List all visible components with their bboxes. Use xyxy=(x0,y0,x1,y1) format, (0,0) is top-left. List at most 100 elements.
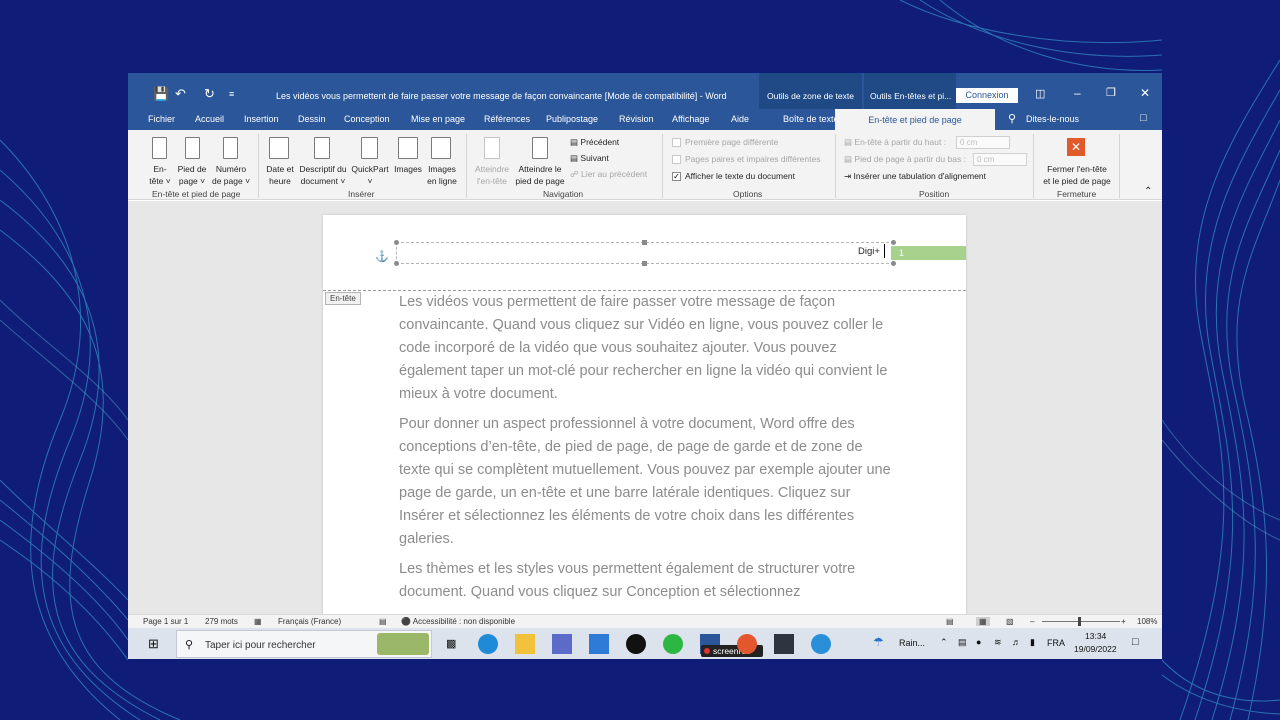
context-group-headerfooter: Outils En-têtes et pi... xyxy=(864,73,956,109)
tiktok-icon[interactable] xyxy=(626,634,646,654)
page-count[interactable]: Page 1 sur 1 xyxy=(143,617,188,626)
zoom-slider[interactable] xyxy=(1042,621,1120,622)
minimize-icon[interactable]: – xyxy=(1074,86,1081,100)
clock-time[interactable]: 13:34 xyxy=(1085,631,1106,641)
resize-handle[interactable] xyxy=(642,261,647,266)
notifications-icon[interactable]: □ xyxy=(1132,636,1139,648)
date-time-button[interactable]: Date et heure xyxy=(262,163,298,187)
insert-tab-button[interactable]: ⇥ Insérer une tabulation d'alignement xyxy=(844,170,986,182)
input-language[interactable]: FRA xyxy=(1047,638,1065,648)
tab-revision[interactable]: Révision xyxy=(619,114,654,124)
clock-date[interactable]: 19/09/2022 xyxy=(1074,644,1117,654)
macro-icon[interactable]: ▤ xyxy=(379,617,387,626)
tab-aide[interactable]: Aide xyxy=(731,114,749,124)
footer-button[interactable]: Pied de page ˅ xyxy=(172,163,212,187)
signin-button[interactable]: Connexion xyxy=(956,88,1018,103)
tab-publipostage[interactable]: Publipostage xyxy=(546,114,598,124)
battery-icon[interactable]: ▮ xyxy=(1030,637,1035,648)
taskbar-search[interactable]: ⚲ Taper ici pour rechercher xyxy=(176,630,432,658)
tab-accueil[interactable]: Accueil xyxy=(195,114,224,124)
windows-start-icon[interactable]: ⊞ xyxy=(148,636,159,652)
zoom-out-icon[interactable]: – xyxy=(1030,617,1034,626)
comments-icon[interactable]: □ xyxy=(1140,112,1147,124)
header-from-top-input[interactable]: 0 cm xyxy=(956,136,1010,149)
first-page-checkbox[interactable] xyxy=(672,138,681,147)
resize-handle[interactable] xyxy=(394,240,399,245)
tab-mise-en-page[interactable]: Mise en page xyxy=(411,114,465,124)
close-icon[interactable]: ✕ xyxy=(1140,86,1150,100)
goto-footer-button[interactable]: Atteindre le pied de page xyxy=(513,163,567,187)
tab-fichier[interactable]: Fichier xyxy=(148,114,175,124)
customize-qat-icon[interactable]: ≡ xyxy=(229,87,234,101)
web-layout-icon[interactable]: ▧ xyxy=(1006,617,1014,626)
app-c-icon[interactable] xyxy=(774,634,794,654)
resize-handle[interactable] xyxy=(642,240,647,245)
link-previous-button[interactable]: ☍ Lier au précédent xyxy=(570,168,647,180)
footer-from-bottom-input[interactable]: 0 cm xyxy=(973,153,1027,166)
wifi-icon[interactable]: ≋ xyxy=(994,637,1002,648)
tab-insertion[interactable]: Insertion xyxy=(244,114,279,124)
collapse-ribbon-icon[interactable]: ⌃ xyxy=(1144,186,1152,198)
show-text-checkbox[interactable]: ✓ xyxy=(672,172,681,181)
ribbon-separator xyxy=(1033,134,1034,198)
quickpart-button[interactable]: QuickPart ˅ xyxy=(348,163,392,187)
undo-icon[interactable]: ↶ xyxy=(175,87,186,101)
proofing-icon[interactable]: ▦ xyxy=(254,617,262,626)
previous-button[interactable]: ▤ Précédent xyxy=(570,136,619,148)
speaker-icon[interactable]: ♬ xyxy=(1012,637,1021,647)
tab-en-tete-pied-de-page[interactable]: En-tête et pied de page xyxy=(835,109,995,130)
edge-icon[interactable] xyxy=(478,634,498,654)
link-icon: ☍ xyxy=(570,169,579,179)
network-icon[interactable]: ▤ xyxy=(958,637,967,648)
group-label-close: Fermeture xyxy=(1057,189,1097,199)
page-number-button[interactable]: Numéro de page ˅ xyxy=(210,163,252,187)
accessibility-status[interactable]: ⚫ Accessibilité : non disponible xyxy=(401,617,515,626)
redo-icon[interactable]: ↻ xyxy=(204,87,215,101)
zoom-in-icon[interactable]: + xyxy=(1121,617,1126,626)
save-icon[interactable]: 💾 xyxy=(153,87,169,101)
resize-handle[interactable] xyxy=(891,261,896,266)
ribbon-separator xyxy=(662,134,663,198)
tray-chevron-icon[interactable]: ⌃ xyxy=(940,637,948,648)
file-explorer-icon[interactable] xyxy=(515,634,535,654)
weather-text[interactable]: Rain... xyxy=(899,638,925,648)
goto-header-button[interactable]: Atteindre l'en-tête xyxy=(470,163,514,187)
read-mode-icon[interactable]: ▤ xyxy=(946,617,954,626)
tab-align-icon: ⇥ xyxy=(844,171,852,181)
ribbon-display-icon[interactable]: ◫ xyxy=(1035,87,1045,101)
store-icon[interactable] xyxy=(552,634,572,654)
online-images-button[interactable]: Images en ligne xyxy=(423,163,461,187)
search-icon: ⚲ xyxy=(185,639,194,651)
language-status[interactable]: Français (France) xyxy=(278,617,341,626)
quickpart-icon xyxy=(361,137,378,159)
tab-conception[interactable]: Conception xyxy=(344,114,390,124)
accessibility-icon: ⚫ xyxy=(401,617,411,626)
zoom-level[interactable]: 108% xyxy=(1137,617,1157,626)
close-header-footer-button[interactable]: Fermer l'en-tête et le pied de page xyxy=(1036,163,1118,187)
document-info-button[interactable]: Descriptif du document ˅ xyxy=(296,163,350,187)
tab-boite-de-texte[interactable]: Boîte de texte xyxy=(783,114,839,124)
zoom-slider-thumb[interactable] xyxy=(1078,617,1081,626)
mail-icon[interactable] xyxy=(589,634,609,654)
document-page[interactable]: ⚓ Digi+ 1 En-tête Les vidéos vous permet… xyxy=(323,215,966,635)
next-button[interactable]: ▤ Suivant xyxy=(570,152,609,164)
tab-dessin[interactable]: Dessin xyxy=(298,114,326,124)
tab-affichage[interactable]: Affichage xyxy=(672,114,709,124)
maximize-icon[interactable]: ❐ xyxy=(1106,86,1116,100)
weather-icon[interactable]: ☂ xyxy=(873,635,884,649)
whatsapp-icon[interactable] xyxy=(663,634,683,654)
odd-even-checkbox[interactable] xyxy=(672,155,681,164)
resize-handle[interactable] xyxy=(394,261,399,266)
images-button[interactable]: Images xyxy=(390,163,426,175)
word-count[interactable]: 279 mots xyxy=(205,617,238,626)
tell-me-input[interactable]: Dites-le-nous xyxy=(1026,114,1079,124)
print-layout-icon[interactable]: ▦ xyxy=(976,617,990,626)
app-canva-icon[interactable] xyxy=(811,634,831,654)
app-icon[interactable] xyxy=(737,634,757,654)
tab-references[interactable]: Références xyxy=(484,114,530,124)
microphone-icon[interactable]: ● xyxy=(976,637,981,647)
footer-icon xyxy=(185,137,200,159)
task-view-icon[interactable]: ▩ xyxy=(446,637,456,650)
document-info-icon xyxy=(314,137,330,159)
resize-handle[interactable] xyxy=(891,240,896,245)
